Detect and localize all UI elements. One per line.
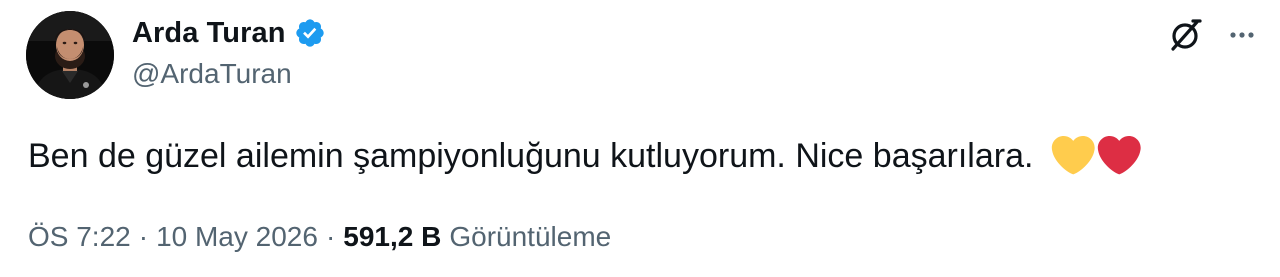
verified-badge-icon[interactable]	[294, 17, 326, 49]
tweet-card: Arda Turan @ArdaTuran Ben de güzel ailem…	[0, 0, 1280, 277]
tweet-text-content: Ben de güzel ailemin şampiyonluğunu kutl…	[28, 137, 1034, 175]
meta-separator: ·	[325, 221, 336, 252]
emoji-group	[1051, 136, 1142, 176]
display-name[interactable]: Arda Turan	[132, 17, 286, 50]
tweet-date[interactable]: 10 May 2026	[156, 218, 318, 256]
avatar[interactable]	[26, 11, 114, 99]
yellow-heart-icon	[1052, 136, 1096, 175]
tweet-meta: ÖS 7:22 · 10 May 2026 · 591,2 B Görüntül…	[28, 218, 611, 256]
views-count[interactable]: 591,2 B	[343, 218, 441, 256]
tweet-time[interactable]: ÖS 7:22	[28, 218, 131, 256]
avatar-image	[26, 11, 114, 99]
more-options-icon[interactable]	[1222, 16, 1262, 56]
views-label[interactable]: Görüntüleme	[449, 218, 611, 256]
red-heart-icon	[1098, 136, 1142, 175]
tweet-text: Ben de güzel ailemin şampiyonluğunu kutl…	[28, 134, 1142, 178]
author-handle[interactable]: @ArdaTuran	[132, 58, 292, 90]
author-name-row: Arda Turan	[132, 13, 326, 53]
grok-icon[interactable]	[1165, 15, 1205, 55]
meta-separator: ·	[138, 221, 149, 252]
